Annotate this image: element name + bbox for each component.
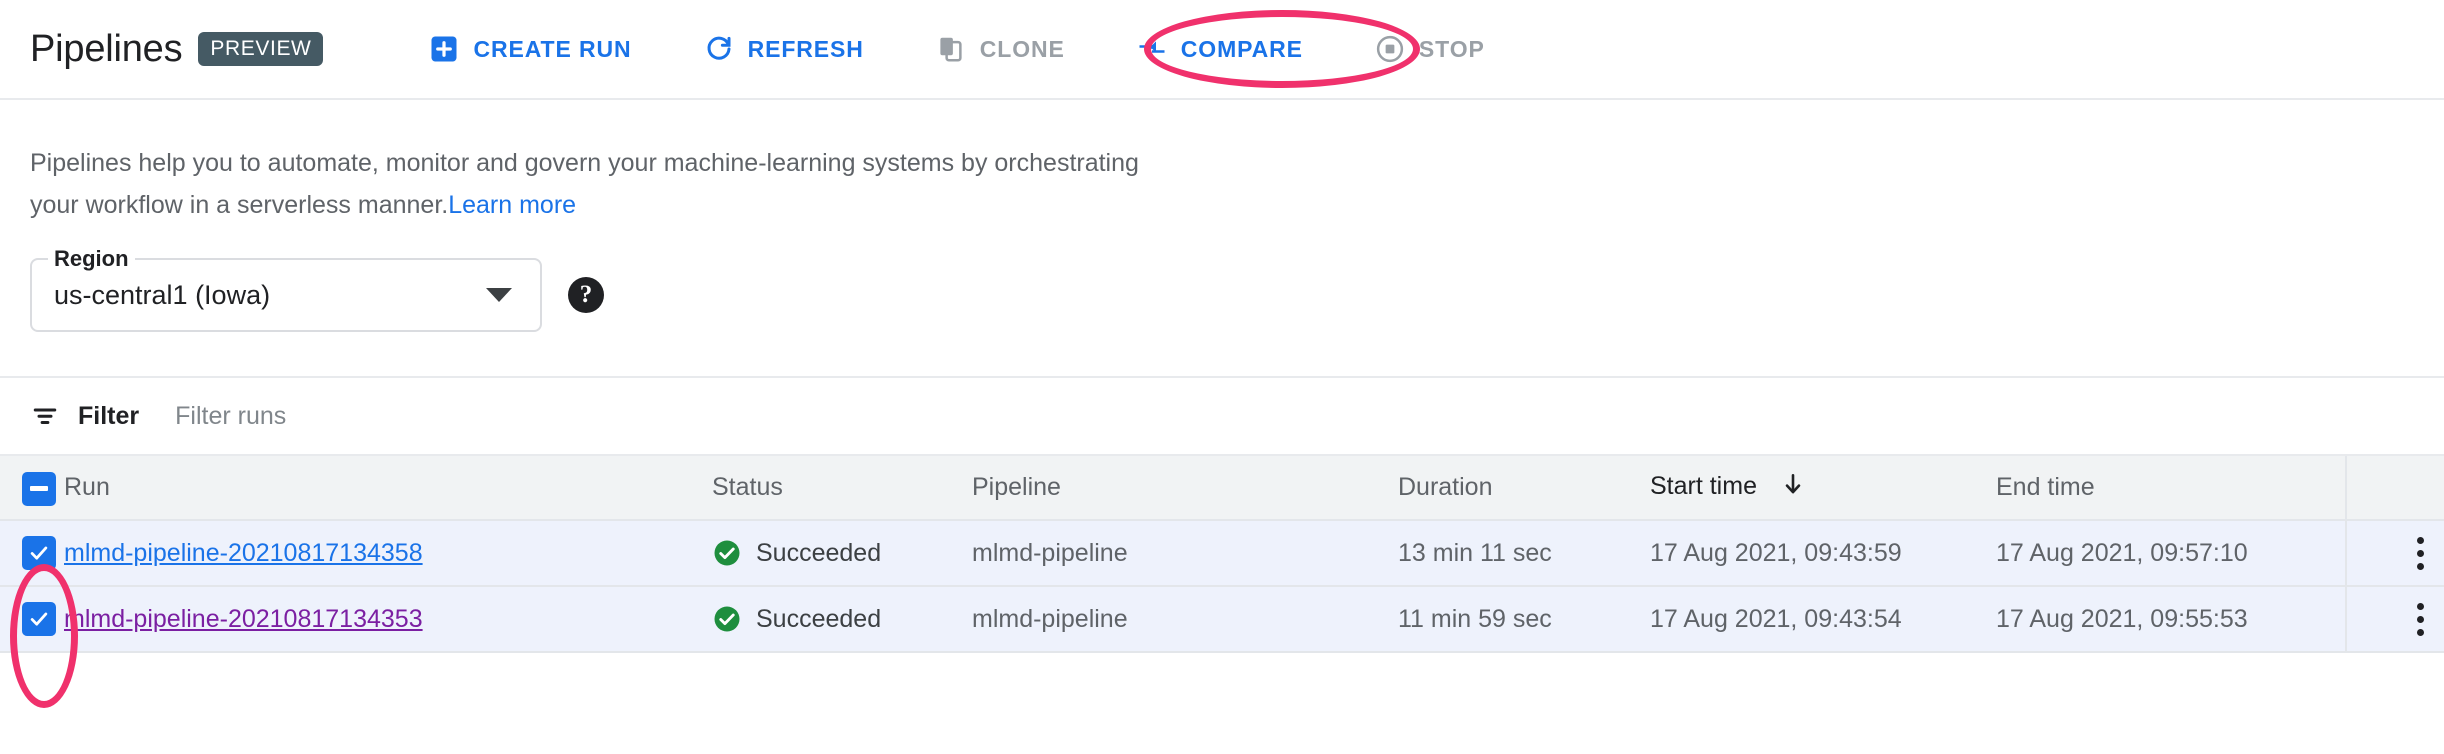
page-toolbar: Pipelines PREVIEW CREATE RUN REFRESH CLO… [0,0,2444,100]
region-select[interactable]: Region us-central1 (Iowa) [30,258,542,332]
row-checkbox[interactable] [22,602,56,636]
clone-button[interactable]: CLONE [920,24,1081,74]
column-header-pipeline[interactable]: Pipeline [972,456,1398,520]
row-duration-cell: 11 min 59 sec [1398,586,1650,652]
filter-label: Filter [78,402,139,431]
refresh-icon [704,34,734,64]
compare-label: COMPARE [1181,36,1303,63]
chevron-down-icon [486,288,512,302]
column-header-end-time[interactable]: End time [1996,456,2346,520]
column-header-duration[interactable]: Duration [1398,456,1650,520]
row-duration-cell: 13 min 11 sec [1398,520,1650,586]
row-select-cell [0,520,64,586]
check-circle-icon [712,604,742,634]
row-run-cell: mlmd-pipeline-20210817134353 [64,586,712,652]
region-selected-value: us-central1 (Iowa) [54,280,486,311]
description-section: Pipelines help you to automate, monitor … [0,100,2444,226]
create-run-button[interactable]: CREATE RUN [413,24,647,74]
create-run-label: CREATE RUN [473,36,631,63]
run-link[interactable]: mlmd-pipeline-20210817134358 [64,539,423,567]
column-header-actions [2346,456,2444,520]
row-status-cell: Succeeded [712,586,972,652]
row-status-text: Succeeded [756,605,881,634]
preview-badge: PREVIEW [198,32,323,66]
help-icon[interactable]: ? [568,277,604,313]
select-all-cell [0,456,64,520]
row-status-cell: Succeeded [712,520,972,586]
row-run-cell: mlmd-pipeline-20210817134358 [64,520,712,586]
learn-more-link[interactable]: Learn more [448,191,576,219]
column-header-start-time-label: Start time [1650,472,1757,500]
table-body: mlmd-pipeline-20210817134358 Succeeded m… [0,520,2444,652]
compare-button[interactable]: COMPARE [1121,24,1319,74]
row-end-time-cell: 17 Aug 2021, 09:57:10 [1996,520,2346,586]
toolbar-actions: CREATE RUN REFRESH CLONE COMPARE STOP [413,24,1500,74]
stop-label: STOP [1419,36,1485,63]
more-vert-icon[interactable] [2347,537,2444,570]
sort-descending-icon [1780,471,1806,504]
select-all-checkbox[interactable] [22,472,56,506]
stop-button[interactable]: STOP [1359,24,1501,74]
row-pipeline-cell: mlmd-pipeline [972,586,1398,652]
row-actions-cell [2346,586,2444,652]
row-status-text: Succeeded [756,539,881,568]
table-header: Run Status Pipeline Duration Start time … [0,456,2444,520]
refresh-label: REFRESH [748,36,864,63]
page-title: Pipelines [30,28,182,71]
row-start-time-cell: 17 Aug 2021, 09:43:54 [1650,586,1996,652]
row-checkbox[interactable] [22,536,56,570]
table-row[interactable]: mlmd-pipeline-20210817134358 Succeeded m… [0,520,2444,586]
column-header-status[interactable]: Status [712,456,972,520]
check-circle-icon [712,538,742,568]
column-header-run[interactable]: Run [64,456,712,520]
runs-table: Run Status Pipeline Duration Start time … [0,456,2444,653]
add-box-icon [429,34,459,64]
description-text: Pipelines help you to automate, monitor … [30,142,1150,226]
refresh-button[interactable]: REFRESH [688,24,880,74]
compare-arrows-icon [1137,34,1167,64]
filter-input[interactable] [173,401,777,432]
row-pipeline-cell: mlmd-pipeline [972,520,1398,586]
filter-list-icon[interactable] [30,401,60,431]
more-vert-icon[interactable] [2347,603,2444,636]
run-link[interactable]: mlmd-pipeline-20210817134353 [64,605,423,633]
row-start-time-cell: 17 Aug 2021, 09:43:59 [1650,520,1996,586]
row-select-cell [0,586,64,652]
row-end-time-cell: 17 Aug 2021, 09:55:53 [1996,586,2346,652]
column-header-start-time[interactable]: Start time [1650,456,1996,520]
stop-circle-icon [1375,34,1405,64]
region-row: Region us-central1 (Iowa) ? [0,226,2444,332]
clone-label: CLONE [980,36,1065,63]
clone-icon [936,34,966,64]
row-actions-cell [2346,520,2444,586]
table-header-row: Run Status Pipeline Duration Start time … [0,456,2444,520]
region-label: Region [48,246,135,272]
table-row[interactable]: mlmd-pipeline-20210817134353 Succeeded m… [0,586,2444,652]
filter-bar: Filter [0,378,2444,456]
description-body: Pipelines help you to automate, monitor … [30,149,1139,219]
